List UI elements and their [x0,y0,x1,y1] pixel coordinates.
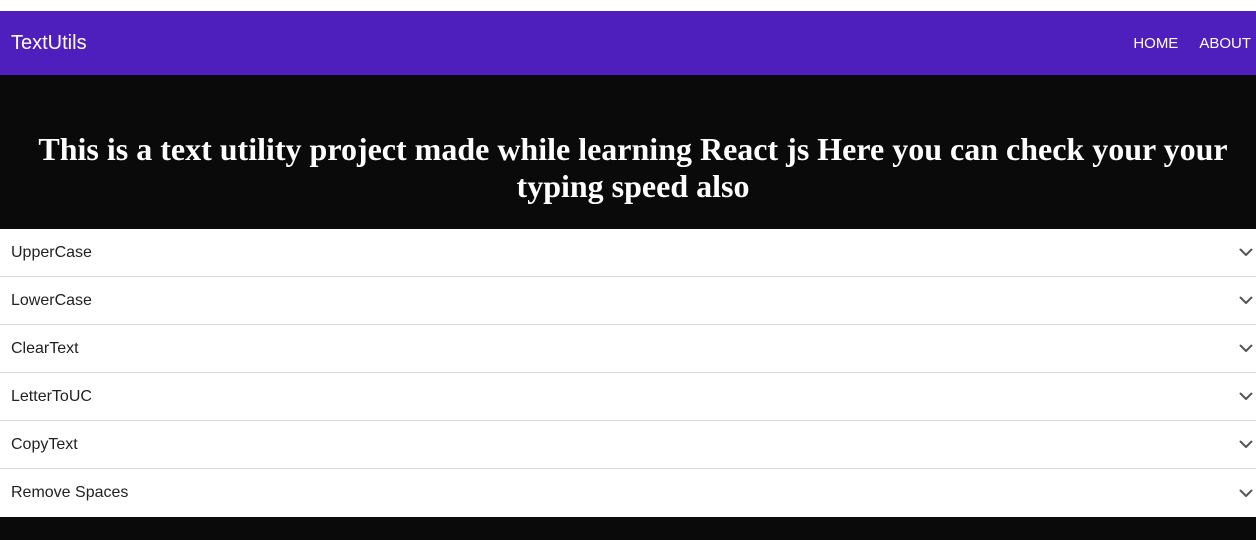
accordion-item-lettertouc[interactable]: LetterToUC [0,373,1256,421]
accordion-item-remove-spaces[interactable]: Remove Spaces [0,469,1256,517]
accordion-item-lowercase[interactable]: LowerCase [0,277,1256,325]
nav-about-link[interactable]: ABOUT [1199,35,1251,52]
navbar: TextUtils HOME ABOUT [0,11,1256,75]
accordion-label: ClearText [11,339,79,357]
accordion-label: CopyText [11,435,78,453]
accordion-label: Remove Spaces [11,484,129,501]
chevron-down-icon [1238,245,1254,261]
nav-links: HOME ABOUT [1112,11,1256,75]
chevron-down-icon [1238,389,1254,405]
chevron-down-icon [1238,485,1254,501]
hero-title: This is a text utility project made whil… [38,131,1228,204]
accordion-item-cleartext[interactable]: ClearText [0,325,1256,373]
accordion-label: LetterToUC [11,387,92,405]
top-strip [0,0,1256,11]
chevron-down-icon [1238,341,1254,357]
hero-section: This is a text utility project made whil… [0,75,1256,229]
accordion: UpperCase LowerCase ClearText LetterToUC… [0,229,1256,517]
accordion-label: UpperCase [11,243,92,261]
accordion-item-uppercase[interactable]: UpperCase [0,229,1256,277]
chevron-down-icon [1238,293,1254,309]
accordion-item-copytext[interactable]: CopyText [0,421,1256,469]
brand-link[interactable]: TextUtils [11,32,87,55]
accordion-label: LowerCase [11,291,92,309]
nav-home-link[interactable]: HOME [1133,35,1178,52]
chevron-down-icon [1238,437,1254,453]
page-footer-area [0,517,1256,540]
